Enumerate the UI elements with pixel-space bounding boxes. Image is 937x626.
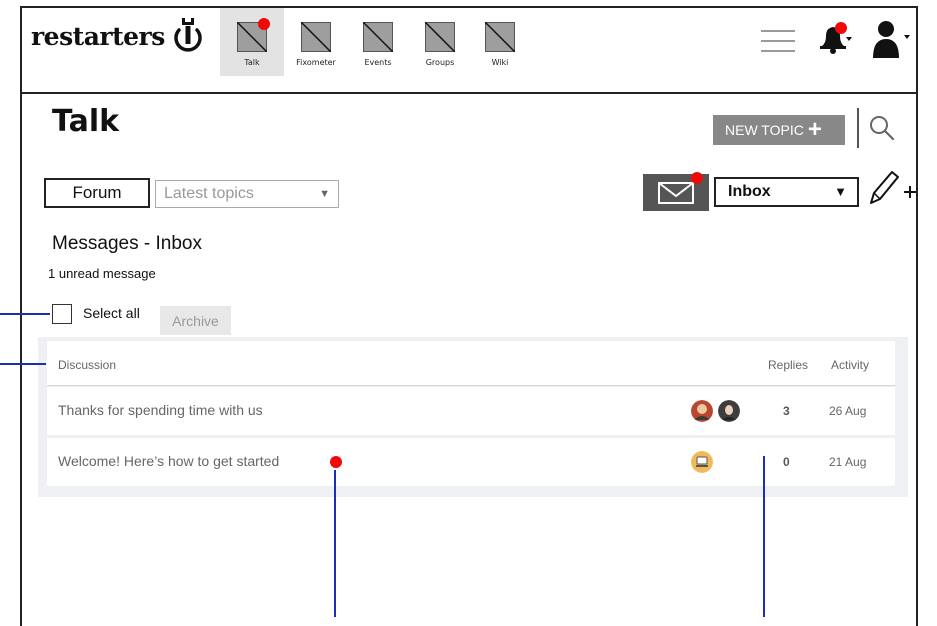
column-header-discussion[interactable]: Discussion xyxy=(58,358,116,372)
user-icon[interactable] xyxy=(872,20,916,58)
reply-count: 0 xyxy=(783,455,790,469)
messages-button[interactable] xyxy=(643,172,709,211)
column-header-replies[interactable]: Replies xyxy=(768,358,808,372)
unread-indicator-dot xyxy=(330,456,342,468)
nav-item-fixometer[interactable]: Fixometer xyxy=(284,8,348,76)
table-row[interactable]: Welcome! Here’s how to get started 0 21 … xyxy=(47,438,895,486)
inbox-select[interactable]: Inbox ▼ xyxy=(714,177,859,207)
nav-label: Groups xyxy=(425,58,455,67)
new-topic-label: NEW TOPIC xyxy=(725,122,804,138)
plus-icon: + xyxy=(807,116,822,143)
latest-topics-label: Latest topics xyxy=(164,185,254,202)
unread-count: 1 unread message xyxy=(48,266,156,281)
nav-label: Talk xyxy=(244,58,260,67)
pencil-plus-icon[interactable] xyxy=(867,168,917,208)
messages-unread-dot xyxy=(691,172,703,184)
fixometer-placeholder-icon xyxy=(301,22,331,52)
messages-heading: Messages - Inbox xyxy=(52,233,202,254)
activity-date: 21 Aug xyxy=(829,455,867,469)
power-wrench-logo-icon[interactable] xyxy=(170,14,206,54)
topic-title[interactable]: Welcome! Here’s how to get started xyxy=(58,453,279,469)
nav-label: Fixometer xyxy=(296,58,336,67)
messages-table: Discussion Replies Activity Thanks for s… xyxy=(38,337,908,497)
top-navigation-bar: restarters Talk Fixometer Events Groups … xyxy=(22,8,916,94)
groups-placeholder-icon xyxy=(425,22,455,52)
reply-count: 3 xyxy=(783,404,790,418)
column-header-activity[interactable]: Activity xyxy=(831,358,869,372)
bell-icon[interactable] xyxy=(818,22,852,56)
callout-line xyxy=(0,313,50,315)
latest-topics-select[interactable]: Latest topics ▼ xyxy=(155,180,339,208)
divider xyxy=(857,108,859,148)
inbox-select-label: Inbox xyxy=(728,183,771,200)
archive-button[interactable]: Archive xyxy=(160,306,231,335)
wiki-placeholder-icon xyxy=(485,22,515,52)
avatar xyxy=(691,451,713,473)
search-icon[interactable] xyxy=(868,114,896,142)
table-row[interactable]: Thanks for spending time with us 3 26 Au… xyxy=(47,387,895,435)
brand-logo-text[interactable]: restarters xyxy=(31,22,165,51)
page-title: Talk xyxy=(52,104,120,139)
chevron-down-icon: ▼ xyxy=(834,184,847,199)
nav-item-wiki[interactable]: Wiki xyxy=(468,8,532,76)
avatar xyxy=(691,400,713,422)
select-all-label: Select all xyxy=(83,305,140,321)
nav-item-groups[interactable]: Groups xyxy=(408,8,472,76)
activity-date: 26 Aug xyxy=(829,404,867,418)
hamburger-menu-icon[interactable] xyxy=(761,28,795,54)
talk-unread-dot xyxy=(258,18,270,30)
callout-line xyxy=(334,470,336,617)
callout-line xyxy=(763,456,765,617)
nav-label: Events xyxy=(364,58,392,67)
avatar xyxy=(718,400,740,422)
nav-label: Wiki xyxy=(491,58,509,67)
forum-button[interactable]: Forum xyxy=(44,178,150,208)
callout-line xyxy=(0,363,46,365)
select-all-checkbox[interactable] xyxy=(52,304,72,324)
nav-item-talk[interactable]: Talk xyxy=(220,8,284,76)
app-frame: restarters Talk Fixometer Events Groups … xyxy=(20,6,918,626)
new-topic-button[interactable]: NEW TOPIC + xyxy=(713,115,845,145)
table-header: Discussion Replies Activity xyxy=(47,341,895,386)
nav-item-events[interactable]: Events xyxy=(346,8,410,76)
events-placeholder-icon xyxy=(363,22,393,52)
chevron-down-icon: ▼ xyxy=(319,188,330,200)
topic-title[interactable]: Thanks for spending time with us xyxy=(58,402,263,418)
